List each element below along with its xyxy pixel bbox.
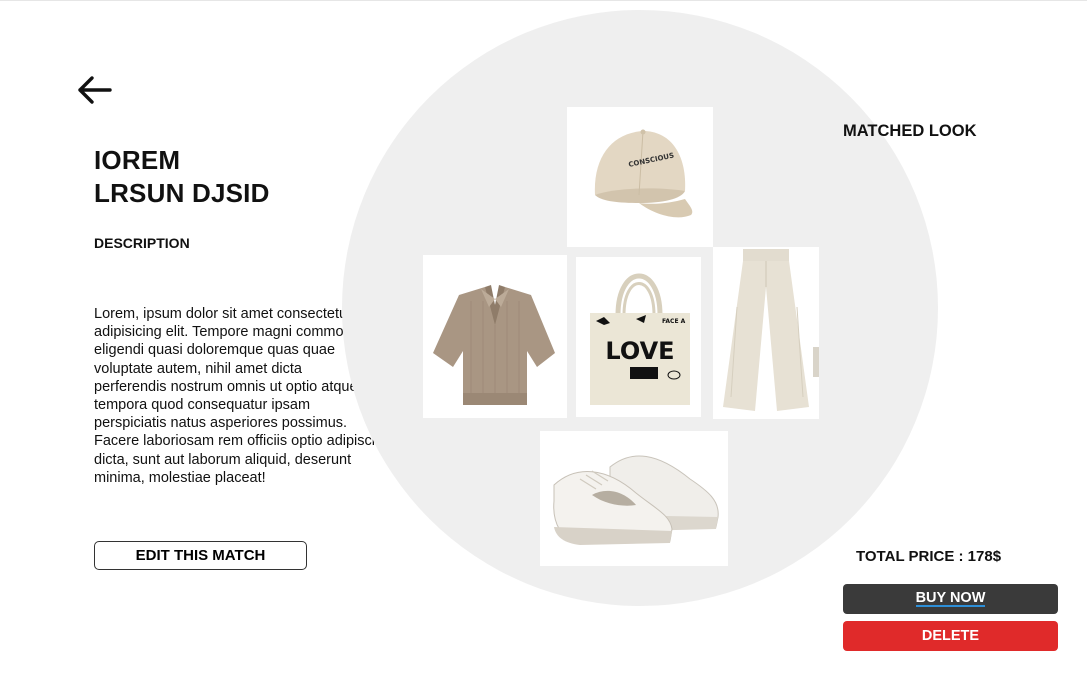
product-title: IOREM LRSUN DJSID [94, 144, 270, 210]
tote-bag-image: FACE A LOVE [590, 273, 690, 405]
item-cap[interactable]: CONSCIOUS [567, 107, 713, 247]
arrow-left-icon [78, 76, 112, 104]
polo-top-image [433, 285, 555, 405]
tote-main-print: LOVE [605, 337, 674, 365]
delete-button[interactable]: DELETE [843, 621, 1058, 651]
cap-image: CONSCIOUS [594, 129, 693, 218]
total-price: TOTAL PRICE : 178$ [856, 548, 1002, 565]
item-wide-pants[interactable] [713, 247, 819, 419]
pants-image [723, 249, 819, 411]
title-line-2: LRSUN DJSID [94, 178, 270, 208]
edit-match-button[interactable]: EDIT THIS MATCH [94, 541, 307, 570]
top-divider [0, 0, 1087, 1]
back-button[interactable] [76, 74, 114, 106]
item-tote-bag[interactable]: FACE A LOVE [576, 257, 701, 417]
description-text: Lorem, ipsum dolor sit amet consectetur … [94, 306, 375, 486]
matched-look-heading: MATCHED LOOK [843, 122, 977, 140]
buy-now-button[interactable]: BUY NOW [843, 584, 1058, 614]
sneakers-image [553, 455, 719, 545]
description-heading: DESCRIPTION [94, 235, 190, 251]
buy-now-label: BUY NOW [915, 590, 986, 607]
tote-small-print: FACE A [662, 318, 686, 325]
title-line-1: IOREM [94, 145, 181, 175]
item-sneakers[interactable] [540, 431, 728, 566]
item-polo-top[interactable] [423, 255, 567, 418]
